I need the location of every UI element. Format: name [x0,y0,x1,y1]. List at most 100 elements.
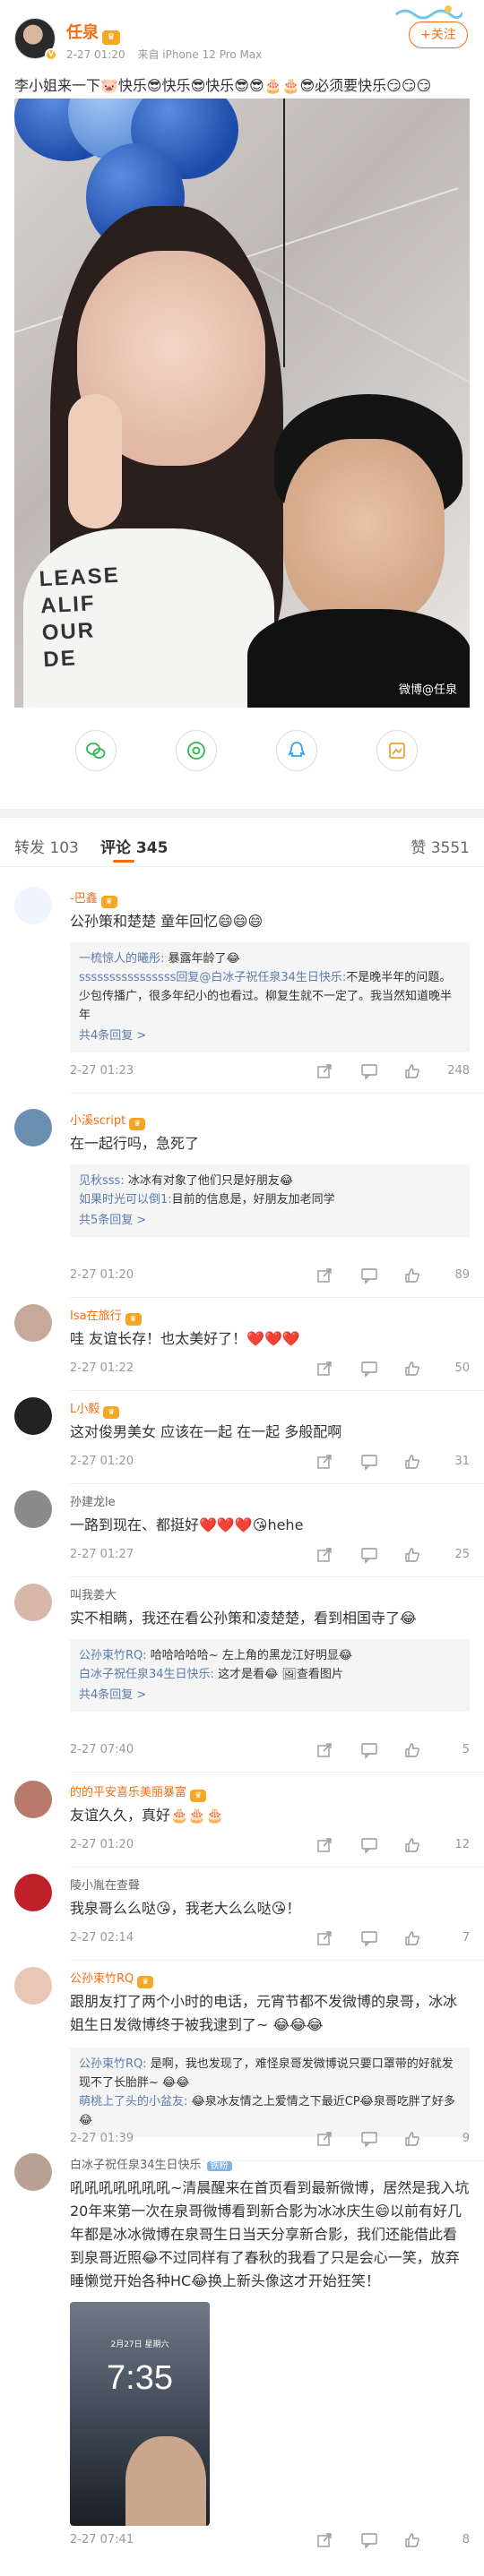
comment-time: 2-27 01:20 [70,1455,134,1468]
wechat-share-button[interactable] [75,730,117,771]
reply-author[interactable]: 公孙束竹RQ: [79,1649,147,1662]
commenter-name[interactable]: 小溪script ♛ [70,1111,146,1130]
comment-time: 2-27 01:20 [70,1838,134,1851]
reply-icon [361,1743,377,1759]
more-replies-link[interactable]: 共4条回复 > [79,1686,461,1704]
like-button[interactable] [403,1267,421,1284]
like-button[interactable] [403,1741,421,1759]
follow-button[interactable]: +关注 [409,21,468,48]
share-button[interactable] [315,1360,333,1378]
post-photo[interactable]: LEASE ALIF OUR DE 微博@任泉 [14,99,470,708]
wall-edge [283,99,285,367]
like-count: 9 [462,2132,470,2145]
section-divider [0,809,484,818]
reply-author[interactable]: 如果时光可以倒1: [79,1193,172,1206]
commenter-name[interactable]: 叫我姜大 [70,1585,117,1602]
comment-footer: 2-27 01:22 50 [70,1360,470,1379]
commenter-avatar[interactable] [14,1781,52,1818]
commenter-avatar[interactable] [14,1967,52,2005]
commenter-name[interactable]: 孙建龙le [70,1492,116,1509]
commenter-name[interactable]: 的的平安喜乐美丽暴富 ♛ [70,1782,207,1802]
tab-comments[interactable]: 评论 345 [100,835,168,857]
share-button[interactable] [315,1453,333,1471]
more-replies-link[interactable]: 共4条回复 > [79,1026,461,1045]
author-name[interactable]: 任泉 ♛ [66,20,120,45]
commenter-avatar[interactable] [14,2153,52,2191]
reply-button[interactable] [360,1741,378,1759]
share-button[interactable] [315,1929,333,1947]
reply-button[interactable] [360,1360,378,1378]
reply-author[interactable]: 白冰子祝任泉34生日快乐: [79,1668,214,1681]
reply-author[interactable]: 见秋sss: [79,1174,125,1188]
commenter-avatar[interactable] [14,1490,52,1528]
commenter-avatar[interactable] [14,887,52,924]
reply-preview[interactable]: 公孙束竹RQ: 是啊，我也发现了，难怪泉哥发微博说只要口罩带的好就发现不了长胎胖… [70,2048,470,2137]
commenter-name[interactable]: -巴鑫 ♛ [70,889,117,908]
share-button[interactable] [315,1062,333,1080]
moments-share-button[interactable] [176,730,217,771]
like-button[interactable] [403,1360,421,1378]
like-button[interactable] [403,1929,421,1947]
reply-button[interactable] [360,1546,378,1564]
save-image-button[interactable] [376,730,418,771]
active-tab-indicator [113,860,134,863]
commenter-avatar[interactable] [14,1874,52,1911]
post-header: V 任泉 ♛ 2-27 01:20 来自 iPhone 12 Pro Max +关… [0,0,484,72]
like-button[interactable] [403,1062,421,1080]
comment-footer: 2-27 01:20 89 [70,1267,470,1286]
reply-author[interactable]: 萌桃上了头的小盆友: [79,2095,187,2108]
comment-text: 实不相瞒，我还在看公孙策和凌楚楚，看到相国寺了😂 [70,1610,417,1627]
commenter-name[interactable]: 陵小胤在查聲 [70,1876,140,1893]
commenter-avatar[interactable] [14,1109,52,1146]
share-button[interactable] [315,2130,333,2148]
like-button[interactable] [403,1546,421,1564]
comment-image[interactable]: 2月27日 星期六 7:35 [70,2302,210,2526]
share-button[interactable] [315,2531,333,2549]
tab-reposts[interactable]: 转发 103 [14,835,79,857]
commenter-name[interactable]: L小毅 ♛ [70,1399,120,1419]
like-button[interactable] [403,1453,421,1471]
like-count: 25 [454,1548,470,1561]
qq-share-button[interactable] [276,730,317,771]
share-button[interactable] [315,1741,333,1759]
commenter-name-text: 叫我姜大 [70,1589,117,1602]
commenter-avatar[interactable] [14,1304,52,1342]
share-button[interactable] [315,1836,333,1854]
reply-button[interactable] [360,1453,378,1471]
share-row [0,730,484,784]
share-button[interactable] [315,1267,333,1284]
more-replies-link[interactable]: 共5条回复 > [79,1211,461,1230]
reply-preview[interactable]: 见秋sss: 冰冰有对象了他们只是好朋友😂 如果时光可以倒1:目前的信息是，好朋友… [70,1164,470,1237]
reply-preview[interactable]: 公孙束竹RQ: 哈哈哈哈哈~ 左上角的黑龙江好明显😂 白冰子祝任泉34生日快乐: … [70,1639,470,1712]
reply-author[interactable]: 公孙束竹RQ: [79,2057,147,2071]
comment-footer: 2-27 01:27 25 [70,1546,470,1566]
share-button[interactable] [315,1546,333,1564]
reply-button[interactable] [360,1062,378,1080]
commenter-name[interactable]: 公孙束竹RQ ♛ [70,1969,154,1988]
reply-button[interactable] [360,2130,378,2148]
reply-button[interactable] [360,1267,378,1284]
share-icon [317,1268,332,1283]
reply-button[interactable] [360,1929,378,1947]
like-button[interactable] [403,2130,421,2148]
reply-button[interactable] [360,1836,378,1854]
like-button[interactable] [403,2531,421,2549]
reply-preview[interactable]: 一梳惊人的曦彤: 暴露年龄了😂 ssssssssssssssss回复@白冰子祝任泉… [70,942,470,1052]
like-count: 7 [462,1931,470,1945]
comment-text: 在一起行吗，急死了 [70,1135,200,1152]
like-count: 50 [454,1361,470,1375]
commenter-avatar[interactable] [14,1397,52,1435]
tab-likes[interactable]: 赞 3551 [411,835,470,857]
reply-author[interactable]: ssssssssssssssss回复@白冰子祝任泉34生日快乐: [79,971,346,984]
commenter-name[interactable]: 白冰子祝任泉34生日快乐 铁粉 [70,2155,232,2172]
commenter-avatar[interactable] [14,1584,52,1621]
comment-separator [70,1093,484,1094]
like-count: 12 [454,1838,470,1851]
shirt-print: LEASE ALIF OUR DE [38,562,121,673]
like-button[interactable] [403,1836,421,1854]
comment-text: 友谊久久，真好🎂🎂🎂 [70,1807,224,1824]
reply-button[interactable] [360,2531,378,2549]
like-icon [405,1548,419,1562]
reply-author[interactable]: 一梳惊人的曦彤: [79,952,164,966]
commenter-name[interactable]: Isa在旅行 ♛ [70,1306,142,1326]
